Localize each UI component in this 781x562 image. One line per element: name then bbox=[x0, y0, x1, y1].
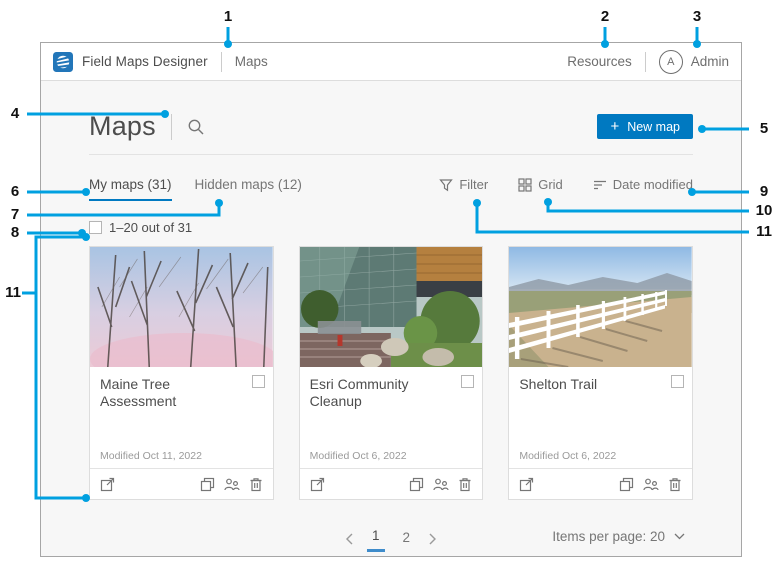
app-title: Field Maps Designer bbox=[82, 54, 208, 69]
app-header: Field Maps Designer Maps Resources A Adm… bbox=[41, 43, 741, 81]
tab-hidden-maps[interactable]: Hidden maps (12) bbox=[195, 177, 302, 199]
grid-label: Grid bbox=[538, 177, 563, 192]
next-page-icon[interactable] bbox=[428, 533, 437, 545]
delete-icon[interactable] bbox=[458, 477, 472, 492]
duplicate-icon[interactable] bbox=[200, 477, 215, 492]
sort-label: Date modified bbox=[612, 177, 693, 192]
share-group-icon[interactable] bbox=[643, 477, 659, 492]
share-group-icon[interactable] bbox=[433, 477, 449, 492]
card-checkbox[interactable] bbox=[251, 375, 265, 388]
card-footer bbox=[90, 468, 273, 499]
card-footer bbox=[299, 468, 483, 499]
card-thumbnail-trees bbox=[90, 247, 273, 367]
nav-maps[interactable]: Maps bbox=[235, 54, 268, 69]
filter-icon bbox=[439, 178, 454, 191]
card-actions bbox=[409, 477, 472, 492]
callout-label-3: 3 bbox=[692, 8, 702, 25]
callout-label-4: 4 bbox=[10, 105, 20, 122]
duplicate-icon[interactable] bbox=[409, 477, 424, 492]
items-per-page-select[interactable]: Items per page: 20 bbox=[552, 529, 685, 544]
avatar[interactable]: A bbox=[658, 49, 683, 74]
card-modified: Modified Oct 6, 2022 bbox=[519, 450, 617, 462]
sort-icon bbox=[593, 180, 606, 189]
esri-logo bbox=[53, 51, 73, 72]
app-window: Field Maps Designer Maps Resources A Adm… bbox=[40, 42, 742, 557]
callout-label-10: 10 bbox=[755, 202, 773, 219]
map-card[interactable]: Maine Tree Assessment Modified Oct 11, 2… bbox=[89, 246, 274, 500]
select-all-row: 1–20 out of 31 bbox=[89, 220, 693, 235]
tab-my-maps[interactable]: My maps (31) bbox=[89, 177, 172, 201]
card-body: Esri Community Cleanup Modified Oct 6, 2… bbox=[300, 367, 483, 468]
pager: 1 2 bbox=[345, 526, 437, 552]
search-button[interactable] bbox=[187, 118, 205, 136]
callout-label-8: 8 bbox=[10, 224, 20, 241]
card-title: Maine Tree Assessment bbox=[100, 376, 177, 409]
card-thumbnail-campus bbox=[299, 247, 483, 367]
card-checkbox[interactable] bbox=[671, 375, 685, 388]
card-title: Shelton Trail bbox=[519, 376, 598, 392]
page-button-1[interactable]: 1 bbox=[366, 526, 385, 552]
items-per-page-label: Items per page: 20 bbox=[552, 529, 665, 544]
page-title: Maps bbox=[89, 111, 156, 141]
select-all-checkbox[interactable] bbox=[89, 221, 102, 234]
map-card[interactable]: Esri Community Cleanup Modified Oct 6, 2… bbox=[298, 246, 484, 500]
delete-icon[interactable] bbox=[668, 477, 682, 492]
title-rule bbox=[89, 154, 693, 155]
callout-label-5: 5 bbox=[759, 120, 769, 137]
open-map-icon[interactable] bbox=[100, 477, 115, 492]
open-map-icon[interactable] bbox=[519, 477, 534, 492]
card-grid: Maine Tree Assessment Modified Oct 11, 2… bbox=[89, 246, 694, 500]
delete-icon[interactable] bbox=[249, 477, 263, 492]
sort-button[interactable]: Date modified bbox=[593, 177, 693, 192]
new-map-label: New map bbox=[627, 119, 680, 134]
callout-label-1: 1 bbox=[223, 8, 233, 25]
card-body: Maine Tree Assessment Modified Oct 11, 2… bbox=[90, 367, 273, 468]
card-modified: Modified Oct 6, 2022 bbox=[309, 450, 407, 462]
search-icon bbox=[188, 119, 204, 134]
filter-label: Filter bbox=[459, 177, 489, 192]
card-title: Esri Community Cleanup bbox=[309, 376, 409, 409]
card-checkbox[interactable] bbox=[461, 375, 475, 388]
callout-label-6: 6 bbox=[10, 183, 20, 200]
plus-icon: + bbox=[610, 118, 620, 135]
card-modified: Modified Oct 11, 2022 bbox=[100, 450, 202, 462]
header-divider bbox=[220, 51, 222, 72]
nav-resources[interactable]: Resources bbox=[567, 54, 632, 69]
callout-label-11-left: 11 bbox=[5, 284, 21, 301]
callout-label-9: 9 bbox=[759, 183, 769, 200]
main-content: Maps + New map My maps (31) Hidden maps … bbox=[41, 111, 741, 556]
card-actions bbox=[200, 477, 263, 492]
grid-view-button[interactable]: Grid bbox=[518, 177, 563, 192]
card-thumbnail-trail bbox=[509, 247, 693, 367]
previous-page-icon[interactable] bbox=[345, 533, 354, 545]
user-menu[interactable]: Admin bbox=[691, 54, 729, 69]
duplicate-icon[interactable] bbox=[619, 477, 634, 492]
card-actions bbox=[619, 477, 682, 492]
filter-button[interactable]: Filter bbox=[439, 177, 488, 192]
chevron-down-icon bbox=[674, 533, 685, 540]
callout-label-7: 7 bbox=[10, 206, 20, 223]
range-label: 1–20 out of 31 bbox=[109, 220, 193, 235]
new-map-button[interactable]: + New map bbox=[597, 114, 693, 139]
page-button-2[interactable]: 2 bbox=[398, 528, 416, 551]
map-card[interactable]: Shelton Trail Modified Oct 6, 2022 bbox=[508, 246, 694, 500]
title-divider bbox=[170, 113, 172, 140]
callout-label-11-right: 11 bbox=[756, 223, 772, 240]
grid-icon bbox=[518, 177, 532, 192]
view-controls: Filter Grid Date modified bbox=[439, 177, 693, 192]
open-map-icon[interactable] bbox=[310, 477, 325, 492]
tabs-row: My maps (31) Hidden maps (12) Filter Gri… bbox=[89, 177, 693, 201]
header-divider-2 bbox=[644, 51, 646, 72]
card-body: Shelton Trail Modified Oct 6, 2022 bbox=[509, 367, 692, 468]
pagination-row: 1 2 Items per page: 20 bbox=[89, 526, 693, 556]
share-group-icon[interactable] bbox=[224, 477, 240, 492]
title-row: Maps + New map bbox=[89, 111, 693, 142]
card-footer bbox=[509, 468, 693, 499]
callout-label-2: 2 bbox=[600, 8, 610, 25]
